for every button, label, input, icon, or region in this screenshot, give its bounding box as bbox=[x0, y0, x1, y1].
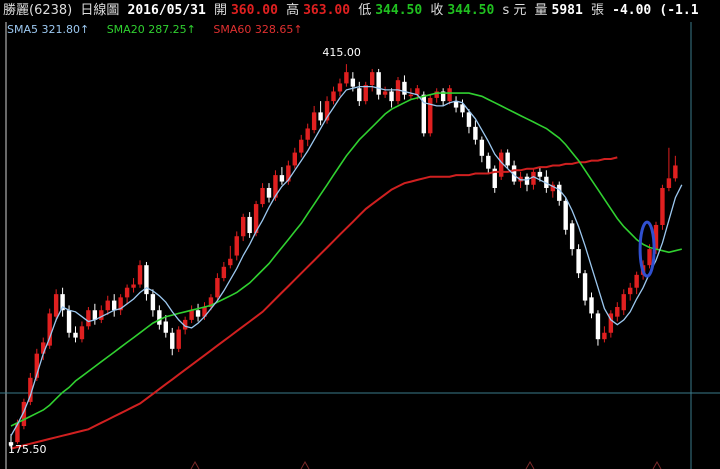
candle-body bbox=[389, 91, 394, 102]
candle-body bbox=[589, 297, 594, 314]
volume-unit: 張 bbox=[590, 3, 604, 18]
candle-body bbox=[524, 176, 530, 185]
candle-body bbox=[673, 165, 678, 179]
volume-value: 5981 bbox=[551, 3, 583, 18]
candle-body bbox=[189, 310, 194, 320]
candle-body bbox=[215, 278, 220, 298]
candle-body bbox=[660, 187, 665, 225]
candle-body bbox=[228, 258, 233, 266]
candle-body bbox=[241, 216, 246, 237]
sma20-legend: SMA20 287.25↑ bbox=[106, 23, 196, 36]
candle-body bbox=[105, 300, 110, 311]
candle-body bbox=[41, 342, 46, 354]
candle-body bbox=[666, 178, 672, 188]
close-value: 344.50 bbox=[447, 3, 495, 18]
candle-body bbox=[402, 81, 407, 95]
candle-body bbox=[408, 94, 414, 97]
candle-body bbox=[595, 313, 601, 340]
candle-body bbox=[602, 332, 607, 340]
candle-body bbox=[466, 112, 472, 127]
candle-body bbox=[628, 287, 633, 295]
candle-body bbox=[53, 294, 59, 317]
candle-body bbox=[331, 91, 336, 102]
low-value: 344.50 bbox=[375, 3, 423, 18]
candle-body bbox=[376, 72, 381, 95]
candle-body bbox=[137, 265, 143, 285]
candle-body bbox=[505, 152, 510, 166]
candle-body bbox=[537, 171, 543, 177]
candle-body bbox=[247, 216, 252, 234]
candle-body bbox=[157, 310, 162, 325]
candle-body bbox=[357, 88, 362, 102]
candle-body bbox=[163, 321, 168, 333]
high-value: 363.00 bbox=[303, 3, 351, 18]
candle-body bbox=[144, 265, 149, 295]
candle-body bbox=[124, 287, 130, 298]
chart-background bbox=[0, 0, 720, 469]
candle-body bbox=[370, 72, 375, 86]
candle-body bbox=[582, 273, 588, 301]
candle-body bbox=[170, 332, 175, 349]
low-label: 低 bbox=[358, 3, 372, 18]
stock-name: 勝麗(6238) bbox=[3, 3, 73, 18]
candle-body bbox=[311, 112, 317, 131]
candle-body bbox=[279, 175, 285, 182]
max-price-label: 415.00 bbox=[322, 46, 361, 60]
candle-body bbox=[73, 332, 78, 338]
candle-body bbox=[486, 155, 491, 169]
change-value: -4.00 bbox=[612, 3, 652, 18]
candle-body bbox=[260, 187, 265, 205]
quote-header: 勝麗(6238) 日線圖 2016/05/31 開 360.00 高 363.00 … bbox=[0, 0, 720, 22]
candle-body bbox=[195, 310, 201, 317]
candle-body bbox=[66, 310, 72, 333]
candle-body bbox=[344, 72, 349, 84]
price-chart bbox=[0, 0, 720, 469]
period-label: 日線圖 bbox=[80, 3, 120, 18]
candle-body bbox=[79, 326, 85, 340]
candle-body bbox=[615, 307, 620, 317]
indicator-legend: SMA5 321.80↑ SMA20 287.25↑ SMA60 328.65↑ bbox=[7, 22, 317, 38]
change-percent: (-1.1 bbox=[659, 3, 699, 18]
high-label: 高 bbox=[286, 3, 300, 18]
candle-body bbox=[299, 139, 304, 153]
open-label: 開 bbox=[213, 3, 227, 18]
candle-body bbox=[131, 284, 136, 288]
candle-body bbox=[318, 112, 323, 121]
candle-body bbox=[176, 329, 181, 349]
candle-body bbox=[647, 249, 652, 266]
candle-body bbox=[634, 274, 639, 288]
sma5-legend: SMA5 321.80↑ bbox=[7, 23, 90, 36]
quote-date: 2016/05/31 bbox=[127, 3, 206, 18]
candle-body bbox=[99, 310, 104, 320]
candle-body bbox=[621, 294, 626, 311]
candle-body bbox=[292, 152, 297, 166]
candle-body bbox=[382, 91, 388, 95]
candle-body bbox=[447, 88, 452, 102]
candle-body bbox=[363, 85, 368, 102]
candle-body bbox=[428, 97, 433, 134]
volume-label: 量 bbox=[534, 3, 548, 18]
candle-body bbox=[112, 300, 117, 311]
candle-body bbox=[221, 266, 227, 279]
candle-body bbox=[150, 294, 156, 311]
candle-body bbox=[86, 310, 91, 327]
open-value: 360.00 bbox=[230, 3, 278, 18]
candle-body bbox=[531, 171, 536, 185]
close-label: 收 bbox=[430, 3, 444, 18]
candle-body bbox=[234, 236, 239, 256]
candle-body bbox=[305, 128, 310, 140]
candle-body bbox=[266, 187, 272, 198]
candle-body bbox=[337, 83, 343, 92]
candle-body bbox=[473, 126, 478, 140]
candle-body bbox=[563, 200, 568, 230]
candle-body bbox=[557, 184, 562, 201]
sma60-legend: SMA60 328.65↑ bbox=[213, 23, 303, 36]
candle-body bbox=[576, 249, 581, 274]
candle-body bbox=[479, 139, 485, 156]
price-unit: s 元 bbox=[502, 3, 527, 18]
candle-body bbox=[569, 223, 575, 250]
candle-body bbox=[499, 152, 504, 177]
min-price-label: 175.50 bbox=[8, 442, 47, 456]
candle-body bbox=[350, 78, 356, 87]
